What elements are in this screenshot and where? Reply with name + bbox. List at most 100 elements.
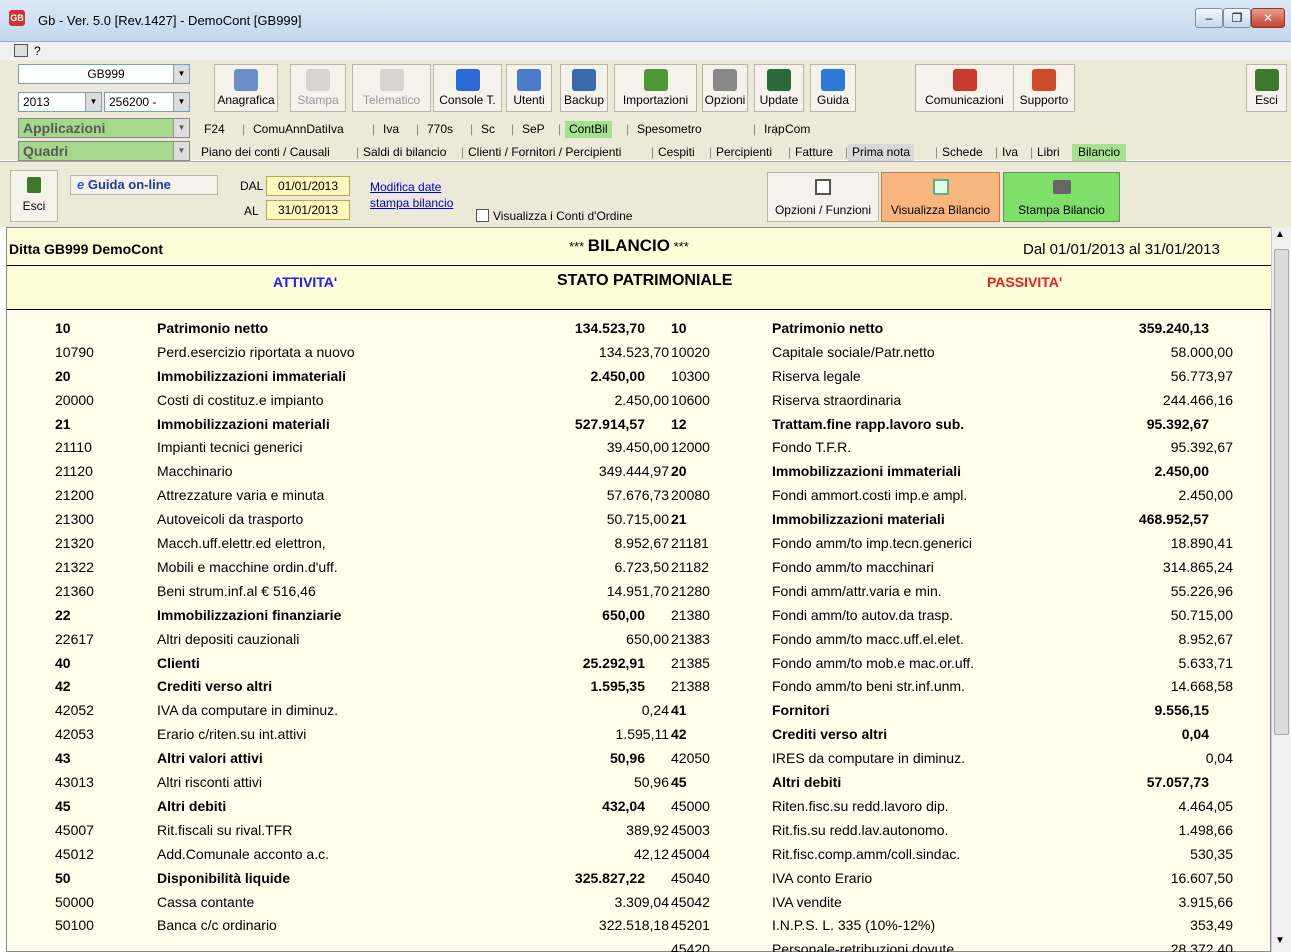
print-balance-link[interactable]: stampa bilancio [370,196,453,210]
tab-saldi-di-bilancio[interactable]: Saldi di bilancio [363,144,446,161]
tab-f24[interactable]: F24 [204,121,225,138]
order-accounts-checkbox[interactable] [476,209,489,222]
account-code: 10 [55,319,71,336]
guida-button[interactable]: Guida [810,64,856,112]
account-description: Disponibilità liquide [157,869,290,886]
account-description: Banca c/c ordinario [157,917,277,934]
account-code: 21181 [671,535,709,552]
tab-sc[interactable]: Sc [481,121,495,138]
toolbar-label: Supporto [1019,93,1069,107]
console-t-button[interactable]: Console T. [433,64,502,112]
view-balance-button[interactable]: Visualizza Bilancio [881,172,1000,222]
chevron-down-icon: ▼ [173,65,189,83]
scroll-thumb[interactable] [1274,249,1289,735]
stampa-button[interactable]: Stampa [290,64,346,112]
account-description: Patrimonio netto [157,319,269,336]
exit-section-button[interactable]: Esci [10,170,58,222]
account-code: 45042 [671,893,710,910]
account-description: Altri risconti attivi [157,774,263,791]
account-description: Crediti verso altri [157,678,273,695]
tab-percipienti[interactable]: Percipienti [716,144,772,161]
tab-770s[interactable]: 770s [427,121,453,138]
account-code: 43 [55,750,71,767]
tab-iva[interactable]: Iva [383,121,399,138]
tab-clienti-fornitori-percipienti[interactable]: Clienti / Fornitori / Percipienti [468,144,621,161]
anagrafica-button[interactable]: Anagrafica [214,64,278,112]
chevron-down-icon: ▼ [173,93,189,111]
account-amount: 2.450,00 [590,367,646,384]
toolbar-label: Esci [1255,93,1278,107]
tab-separator: | [995,145,999,159]
toolbar-label: Opzioni [704,93,746,107]
account-description: Riserva straordinaria [772,391,902,408]
tab-prima-nota[interactable]: Prima nota [848,144,915,161]
account-code: 42 [55,678,71,695]
account-code: 21385 [671,654,710,671]
tab-schede[interactable]: Schede [942,144,983,161]
account-code: 21120 [55,463,93,480]
comunicazioni-button[interactable]: Comunicazioni [915,64,1014,112]
account-description: Fondo amm/to macc.uff.el.elet. [772,630,964,647]
account-description: Erario c/riten.su int.attivi [157,726,307,743]
report-title: *** BILANCIO *** [569,236,689,255]
account-description: Add.Comunale acconto a.c. [157,845,329,862]
dal-date-field[interactable]: 01/01/2013 [266,176,350,196]
account-code: 21 [671,511,687,528]
online-guide-button[interactable]: e Guida on-line [70,175,218,195]
account-amount: 8.952,67 [1178,630,1234,647]
supporto-button[interactable]: Supporto [1013,64,1075,112]
maximize-button[interactable]: ❐ [1223,8,1251,28]
importazioni-button[interactable]: Importazioni [614,64,697,112]
minimize-button[interactable]: – [1195,8,1223,28]
modify-dates-link[interactable]: Modifica date [370,180,441,194]
tab-bilancio[interactable]: Bilancio [1072,144,1127,161]
account-code: 42053 [55,726,94,743]
ditta-select[interactable]: GB999 ▼ [18,64,190,84]
tab-piano-dei-conti-causali[interactable]: Piano dei conti / Causali [201,144,330,161]
options-functions-button[interactable]: Opzioni / Funzioni [767,172,879,222]
account-description: Perd.esercizio riportata a nuovo [157,343,355,360]
scroll-down-icon[interactable]: ▼ [1275,935,1285,946]
tab-com[interactable]: Com [785,121,810,138]
print-balance-button[interactable]: Stampa Bilancio [1003,172,1120,222]
account-code: 10020 [671,343,710,360]
account-description: Fondo amm/to macchinari [772,558,934,575]
account-code: 45040 [671,869,710,886]
toolbar-label: Importazioni [622,93,689,107]
backup-button[interactable]: Backup [560,64,608,112]
tab-spesometro[interactable]: Spesometro [637,121,702,138]
al-date-field[interactable]: 31/01/2013 [266,200,350,220]
close-window-button[interactable]: ✕ [1251,8,1285,28]
scroll-up-icon[interactable]: ▲ [1275,229,1285,240]
tab-libri[interactable]: Libri [1037,144,1060,161]
account-description: IVA conto Erario [772,869,873,886]
account-code: 41 [671,702,687,719]
opzioni-button[interactable]: Opzioni [702,64,748,112]
tab-cespiti[interactable]: Cespiti [658,144,695,161]
tab-iva[interactable]: Iva [1002,144,1018,161]
account-amount: 8.952,67 [614,535,670,552]
system-menu-icon[interactable] [14,44,28,57]
tab-fatture[interactable]: Fatture [795,144,833,161]
update-button[interactable]: Update [754,64,804,112]
account-amount: 16.607,50 [1170,869,1233,886]
report-scrollbar[interactable]: ▲ ▼ [1271,227,1291,952]
tab-contbil[interactable]: ContBil [565,121,612,138]
help-menu[interactable]: ? [34,44,41,58]
year-select[interactable]: 2013 ▼ [18,92,102,112]
account-description: Autoveicoli da trasporto [157,511,304,528]
esci-button[interactable]: Esci [1246,64,1287,112]
utenti-button[interactable]: Utenti [506,64,552,112]
header-divider [7,265,1272,266]
account-select[interactable]: 256200 - ▼ [104,92,190,112]
account-description: Macchinario [157,463,233,480]
telematico-button[interactable]: Telematico [352,64,431,112]
applications-tabs: F24 | ComuAnnDatiIva | Iva | 770s | Sc | SeP | ContB… [0,120,1291,139]
account-amount: 56.773,97 [1170,367,1233,384]
account-description: Mobili e macchine ordin.d'uff. [157,558,338,575]
tab-comuanndatiiva[interactable]: ComuAnnDatiIva [253,121,344,138]
megaphone-icon [952,69,977,91]
card-icon [234,69,258,91]
tab-separator: | [788,145,792,159]
tab-sep[interactable]: SeP [522,121,545,138]
